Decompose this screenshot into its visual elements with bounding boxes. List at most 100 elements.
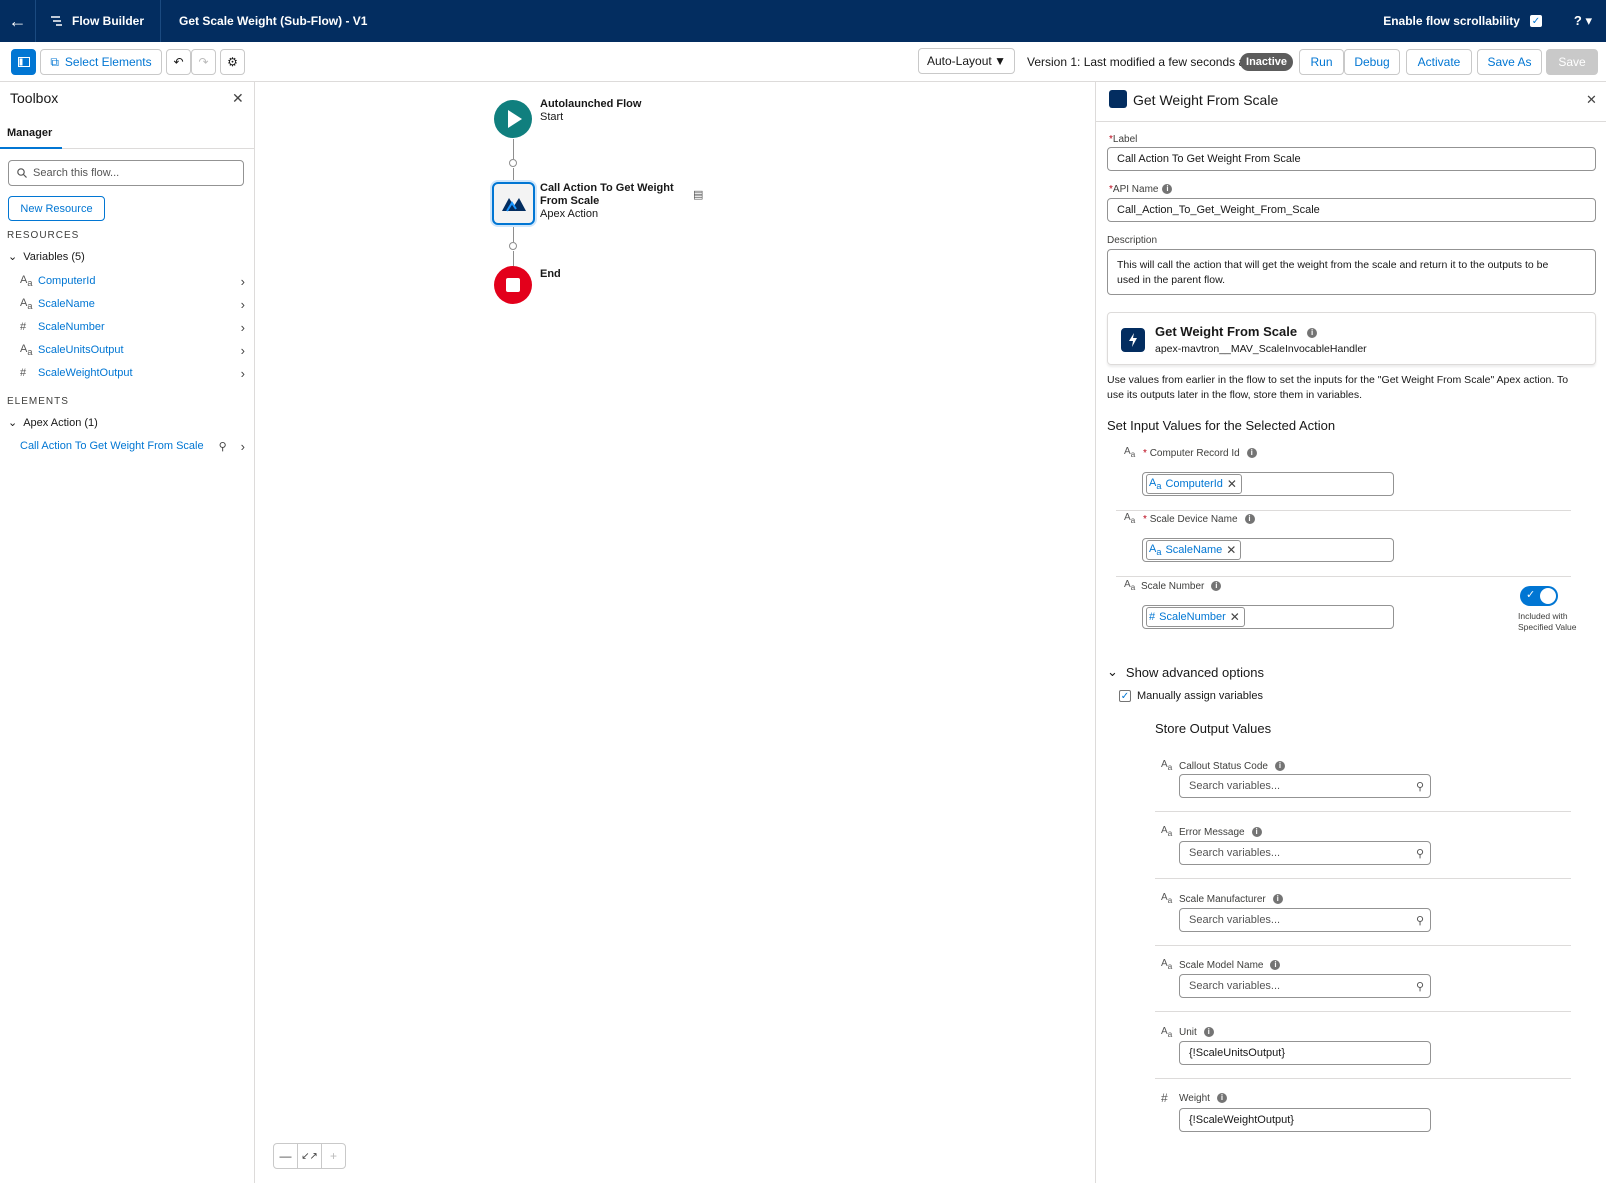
search-icon: ⚲ bbox=[1415, 980, 1424, 993]
output-value-field[interactable]: {!ScaleWeightOutput} bbox=[1179, 1108, 1431, 1132]
variable-item[interactable]: Aa ScaleUnitsOutput › bbox=[20, 340, 245, 360]
text-type-icon: Aa bbox=[1161, 892, 1173, 905]
zoom-out-button[interactable]: — bbox=[273, 1143, 298, 1169]
variable-item[interactable]: Aa ComputerId › bbox=[20, 271, 245, 291]
input-label: Scale Number i bbox=[1141, 581, 1222, 592]
apex-action-group[interactable]: ⌄ Apex Action (1) bbox=[8, 416, 98, 430]
variable-item[interactable]: Aa ScaleName › bbox=[20, 294, 245, 314]
label-field[interactable]: Call Action To Get Weight From Scale bbox=[1107, 147, 1596, 171]
back-arrow-icon[interactable]: ← bbox=[0, 0, 36, 42]
scroll-checkbox[interactable]: ✓ bbox=[1529, 15, 1542, 27]
apex-action-node[interactable] bbox=[492, 182, 535, 225]
remove-icon[interactable]: ✕ bbox=[1227, 477, 1237, 491]
help-menu[interactable]: ? ▾ bbox=[1574, 13, 1592, 29]
text-type-icon: Aa bbox=[1149, 476, 1162, 492]
new-resource-button[interactable]: New Resource bbox=[8, 196, 105, 221]
search-icon: ⚲ bbox=[1415, 847, 1424, 860]
toggle-toolbox-button[interactable] bbox=[11, 49, 36, 75]
description-label: Description bbox=[1107, 235, 1158, 246]
element-item[interactable]: Call Action To Get Weight From Scale ⚲ › bbox=[20, 436, 245, 456]
settings-button[interactable]: ⚙ bbox=[220, 49, 245, 75]
help-icon: ? bbox=[1573, 13, 1582, 28]
redo-button[interactable]: ↷ bbox=[191, 49, 216, 75]
tab-manager[interactable]: Manager bbox=[0, 119, 62, 149]
layout-select[interactable]: Auto-Layout ▼ bbox=[918, 48, 1015, 74]
input-label: * Computer Record Id i bbox=[1143, 448, 1257, 459]
inputs-heading: Set Input Values for the Selected Action bbox=[1107, 418, 1336, 433]
flow-icon bbox=[51, 16, 62, 26]
undo-button[interactable]: ↶ bbox=[166, 49, 191, 75]
undo-icon: ↶ bbox=[173, 55, 184, 69]
output-label: Error Message i bbox=[1179, 827, 1262, 838]
zoom-in-button[interactable]: + bbox=[321, 1143, 346, 1169]
variable-item[interactable]: # ScaleWeightOutput › bbox=[20, 363, 245, 383]
number-type-icon: # bbox=[20, 321, 27, 333]
number-type-icon: # bbox=[20, 367, 27, 379]
activate-button[interactable]: Activate bbox=[1406, 49, 1472, 75]
chevron-right-icon: › bbox=[240, 319, 245, 335]
flow-canvas[interactable]: Autolaunched Flow Start Call Action To G… bbox=[255, 82, 1095, 1183]
bolt-icon bbox=[1129, 333, 1137, 347]
output-label: Scale Model Name i bbox=[1179, 960, 1281, 971]
lightning-icon bbox=[1121, 328, 1145, 352]
output-search-field[interactable]: Search variables... ⚲ bbox=[1179, 841, 1431, 865]
toggle-knob bbox=[1540, 588, 1556, 604]
remove-icon[interactable]: ✕ bbox=[1230, 610, 1240, 624]
description-icon[interactable]: ▤ bbox=[693, 188, 703, 201]
divider bbox=[1155, 1011, 1571, 1012]
output-label: Unit i bbox=[1179, 1027, 1214, 1038]
divider bbox=[1155, 878, 1571, 879]
run-button[interactable]: Run bbox=[1299, 49, 1344, 75]
output-search-field[interactable]: Search variables... ⚲ bbox=[1179, 774, 1431, 798]
resource-pill: Aa ScaleName ✕ bbox=[1146, 540, 1242, 560]
toolbar: ⧉ Select Elements ↶ ↷ ⚙ Auto-Layout ▼ Ve… bbox=[0, 42, 1606, 82]
api-name-field[interactable]: Call_Action_To_Get_Weight_From_Scale bbox=[1107, 198, 1596, 222]
panel-icon bbox=[17, 57, 30, 67]
output-label: Weight i bbox=[1179, 1093, 1227, 1104]
end-node[interactable] bbox=[494, 266, 532, 304]
chevron-right-icon: › bbox=[240, 273, 245, 289]
output-search-field[interactable]: Search variables... ⚲ bbox=[1179, 908, 1431, 932]
toolbox-panel: Toolbox ✕ Manager Search this flow... Ne… bbox=[0, 82, 255, 1183]
start-node[interactable] bbox=[494, 100, 532, 138]
connector-line bbox=[513, 168, 514, 182]
include-toggle[interactable]: ✓ bbox=[1520, 586, 1558, 606]
info-icon: i bbox=[1274, 761, 1285, 772]
toolbox-search-input[interactable]: Search this flow... bbox=[8, 160, 244, 186]
chevron-down-icon: ▼ bbox=[994, 54, 1006, 68]
variable-item[interactable]: # ScaleNumber › bbox=[20, 317, 245, 337]
select-elements-button[interactable]: ⧉ Select Elements bbox=[40, 49, 162, 75]
debug-button[interactable]: Debug bbox=[1344, 49, 1400, 75]
input-value-field[interactable]: Aa ScaleName ✕ bbox=[1142, 538, 1394, 562]
input-value-field[interactable]: Aa ComputerId ✕ bbox=[1142, 472, 1394, 496]
output-search-field[interactable]: Search variables... ⚲ bbox=[1179, 974, 1431, 998]
variable-name: ScaleWeightOutput bbox=[38, 367, 133, 379]
end-node-title: End bbox=[540, 268, 561, 280]
variable-name: ComputerId bbox=[38, 275, 96, 287]
apex-action-icon bbox=[1109, 90, 1127, 108]
save-as-button[interactable]: Save As bbox=[1477, 49, 1542, 75]
description-field[interactable]: This will call the action that will get … bbox=[1107, 249, 1596, 295]
manual-assign-checkbox[interactable]: ✓ Manually assign variables bbox=[1119, 690, 1263, 702]
search-icon[interactable]: ⚲ bbox=[219, 440, 227, 453]
search-placeholder: Search this flow... bbox=[33, 167, 120, 179]
advanced-options-toggle[interactable]: ⌄ Show advanced options bbox=[1107, 664, 1264, 680]
outputs-heading: Store Output Values bbox=[1155, 721, 1272, 736]
api-name-label: *API Name i bbox=[1109, 184, 1173, 195]
help-text: Use values from earlier in the flow to s… bbox=[1107, 373, 1568, 403]
variables-group[interactable]: ⌄ Variables (5) bbox=[8, 250, 85, 264]
remove-icon[interactable]: ✕ bbox=[1226, 543, 1236, 557]
add-element-dot[interactable] bbox=[509, 242, 517, 250]
save-button[interactable]: Save bbox=[1546, 49, 1598, 75]
add-element-dot[interactable] bbox=[509, 159, 517, 167]
info-icon: i bbox=[1244, 514, 1255, 525]
connector-line bbox=[513, 251, 514, 266]
start-node-title: Autolaunched Flow bbox=[540, 98, 642, 110]
flow-title: Get Scale Weight (Sub-Flow) - V1 bbox=[179, 14, 368, 28]
text-type-icon: Aa bbox=[1161, 1026, 1173, 1039]
input-value-field[interactable]: # ScaleNumber ✕ bbox=[1142, 605, 1394, 629]
close-icon[interactable]: ✕ bbox=[232, 90, 244, 107]
close-icon[interactable]: ✕ bbox=[1586, 92, 1597, 108]
fit-view-button[interactable]: ↙↗ bbox=[297, 1143, 322, 1169]
output-value-field[interactable]: {!ScaleUnitsOutput} bbox=[1179, 1041, 1431, 1065]
